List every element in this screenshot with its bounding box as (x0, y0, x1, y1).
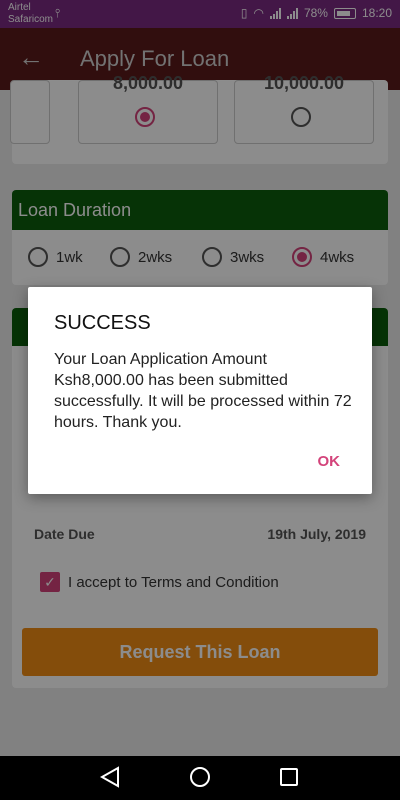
navigation-bar (0, 756, 400, 800)
dialog-title: SUCCESS (54, 312, 151, 334)
dialog-message: Your Loan Application Amount Ksh8,000.00… (54, 351, 352, 431)
nav-home-icon[interactable] (190, 767, 210, 787)
dialog-ok-button[interactable]: OK (318, 453, 341, 470)
success-dialog: SUCCESS Your Loan Application Amount Ksh… (28, 287, 372, 494)
nav-back-icon[interactable] (100, 766, 120, 788)
nav-recents-icon[interactable] (280, 768, 298, 786)
